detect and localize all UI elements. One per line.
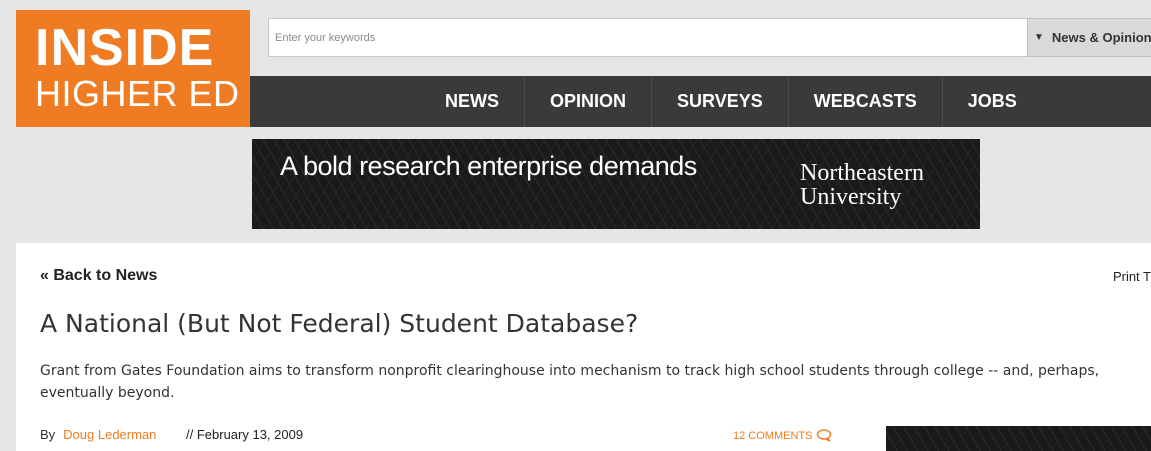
comments-count: 12 COMMENTS bbox=[733, 429, 813, 442]
search-input[interactable] bbox=[269, 19, 1027, 56]
banner-tagline: A bold research enterprise demands bbox=[280, 151, 697, 181]
logo-line-1: INSIDE bbox=[35, 19, 215, 77]
logo-line-2: HIGHER ED bbox=[35, 73, 240, 114]
byline-label: By bbox=[40, 427, 56, 442]
search-scope-dropdown[interactable]: ▼ News & Opinion bbox=[1027, 18, 1151, 57]
nav-item-surveys[interactable]: SURVEYS bbox=[651, 76, 788, 127]
print-link[interactable]: Print T bbox=[1113, 269, 1151, 284]
back-to-news-link[interactable]: « Back to News bbox=[40, 267, 157, 285]
banner-ad[interactable]: A bold research enterprise demands North… bbox=[252, 139, 980, 229]
nav-item-news[interactable]: NEWS bbox=[420, 76, 524, 127]
search-scope-label: News & Opinion bbox=[1051, 30, 1151, 45]
banner-university-line-2: University bbox=[800, 184, 902, 210]
caret-down-icon: ▼ bbox=[1034, 32, 1044, 43]
nav-item-webcasts[interactable]: WEBCASTS bbox=[787, 76, 942, 127]
nav-item-opinion[interactable]: OPINION bbox=[524, 76, 651, 127]
site-logo[interactable]: INSIDE HIGHER ED bbox=[16, 10, 250, 127]
comment-bubble-icon bbox=[816, 429, 832, 442]
article-panel: « Back to News Print T A National (But N… bbox=[16, 243, 1151, 451]
article-title: A National (But Not Federal) Student Dat… bbox=[40, 309, 639, 338]
nav-item-jobs[interactable]: JOBS bbox=[941, 76, 1042, 127]
byline: By Doug Lederman bbox=[40, 427, 156, 442]
article-date: // February 13, 2009 bbox=[186, 427, 304, 442]
banner-university-line-1: Northeastern bbox=[800, 160, 924, 186]
comments-link[interactable]: 12 COMMENTS bbox=[733, 429, 832, 442]
main-nav: NEWS OPINION SURVEYS WEBCASTS JOBS bbox=[250, 76, 1151, 127]
banner-university: Northeastern University bbox=[800, 161, 924, 209]
sidebar-ad[interactable] bbox=[886, 426, 1151, 451]
author-link[interactable]: Doug Lederman bbox=[63, 427, 156, 442]
search-box bbox=[268, 18, 1028, 57]
article-summary: Grant from Gates Foundation aims to tran… bbox=[40, 363, 1100, 401]
